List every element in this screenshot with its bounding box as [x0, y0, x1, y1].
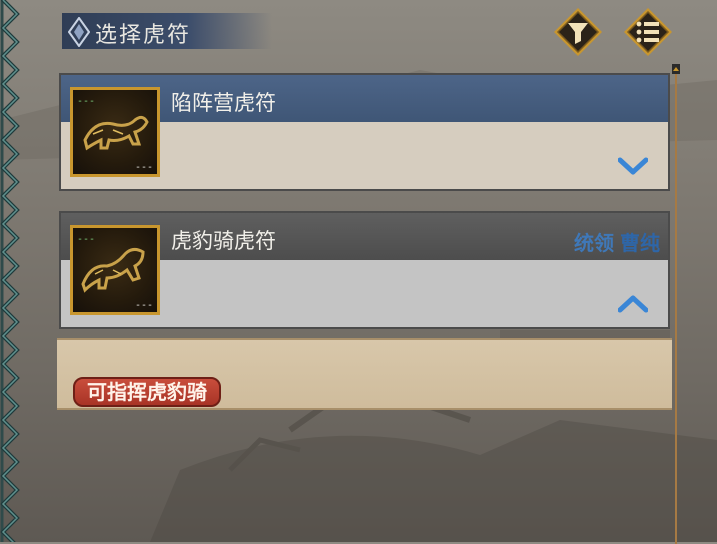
- tiger-tally-thumbnail: --- ---: [70, 225, 160, 315]
- thumb-corner-tl: ---: [77, 234, 95, 245]
- list-icon: [624, 8, 672, 56]
- tiger-tally-card-1[interactable]: --- --- 陷阵营虎符: [59, 73, 670, 191]
- tiger-tally-thumbnail: --- ---: [70, 87, 160, 177]
- chevron-down-icon[interactable]: [618, 157, 648, 175]
- rope-border: [0, 0, 20, 542]
- card-detail-panel: 可指挥虎豹骑: [57, 338, 672, 410]
- tiger-tally-icon: --- ---: [77, 234, 153, 311]
- ability-tag: 可指挥虎豹骑: [73, 377, 221, 407]
- card-name: 虎豹骑虎符: [171, 229, 276, 253]
- funnel-icon: [554, 8, 602, 56]
- page-title: 选择虎符: [95, 23, 192, 48]
- commander-name: 曹纯: [620, 231, 660, 255]
- commander-info: 统领 曹纯: [574, 227, 660, 256]
- card-name: 陷阵营虎符: [171, 91, 276, 115]
- tiger-tally-card-2[interactable]: --- --- 虎豹骑虎符 统领 曹纯: [59, 211, 670, 329]
- scroll-up-icon[interactable]: [672, 64, 680, 74]
- filter-button[interactable]: [552, 6, 604, 58]
- thumb-corner-br: ---: [135, 162, 153, 173]
- list-button[interactable]: [622, 6, 674, 58]
- tiger-tally-icon: --- ---: [77, 96, 153, 173]
- thumb-corner-br: ---: [135, 300, 153, 311]
- scroll-track[interactable]: [675, 74, 677, 544]
- diamond-ornament-icon: [68, 17, 90, 47]
- chevron-up-icon[interactable]: [618, 295, 648, 313]
- commander-label: 统领: [574, 231, 614, 255]
- scrollbar[interactable]: [672, 64, 680, 544]
- thumb-corner-tl: ---: [77, 96, 95, 107]
